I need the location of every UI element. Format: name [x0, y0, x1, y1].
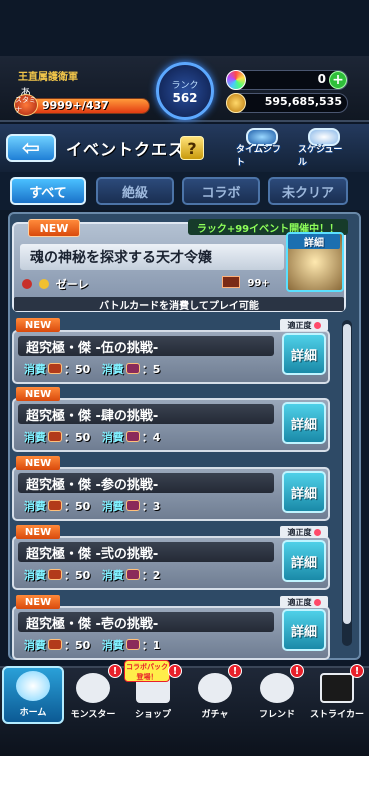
- schedule-label: スケジュール: [298, 145, 343, 168]
- quest-detail-button[interactable]: 詳細: [282, 540, 326, 582]
- gold-coin-icon: [226, 93, 246, 113]
- quest-title: 超究極・傑 -弐の挑戦-: [18, 542, 274, 562]
- striker-card-icon: [320, 673, 354, 703]
- rank-label: ランク: [171, 80, 199, 91]
- stamina-icon: スタミナ: [14, 94, 38, 116]
- nav-home[interactable]: ホーム: [2, 666, 64, 724]
- new-badge: NEW: [16, 525, 60, 539]
- shop-alert-badge: !: [168, 664, 182, 678]
- gacha-egg-icon: [198, 673, 232, 703]
- gold-value: 595,685,535: [264, 95, 342, 108]
- battle-card-value: 99+: [247, 278, 270, 289]
- monster-icon: [76, 673, 110, 703]
- adaptability-badge: 適正度: [280, 596, 328, 608]
- back-button[interactable]: ⇦: [6, 134, 56, 162]
- quest-cost: 消費 ：50 消費 ：1: [24, 639, 161, 652]
- quest-cost: 消費 ：50 消費 ：2: [24, 569, 161, 582]
- tab-collab[interactable]: コラボ: [182, 177, 260, 205]
- quest-detail-button[interactable]: 詳細: [282, 333, 326, 375]
- new-badge: NEW: [28, 219, 80, 237]
- battle-card-count: 99+: [222, 276, 270, 289]
- stamina-value: 9999+/437: [42, 99, 109, 112]
- nav-monster-label: モンスター: [70, 710, 116, 720]
- quest-title: 超究極・傑 -肆の挑戦-: [18, 404, 274, 424]
- rank-badge[interactable]: ランク 562: [156, 62, 214, 120]
- home-icon: [16, 671, 50, 701]
- back-arrow-icon: ⇦: [21, 135, 41, 161]
- featured-boss: ゼーレ: [22, 276, 89, 292]
- time-shift-label: タイムシフト: [236, 145, 281, 168]
- new-badge: NEW: [16, 456, 60, 470]
- time-shift-button[interactable]: タイムシフト: [236, 128, 288, 168]
- monster-alert-badge: !: [108, 664, 122, 678]
- buy-orbs-button[interactable]: +: [329, 71, 347, 89]
- tab-uncleared[interactable]: 未クリア: [268, 177, 348, 205]
- player-title: 王直属護衛軍: [18, 72, 78, 83]
- nav-home-label: ホーム: [19, 708, 47, 718]
- quest-detail-button[interactable]: 詳細: [282, 402, 326, 444]
- tab-all[interactable]: すべて: [10, 177, 86, 205]
- quest-cost: 消費 ：50 消費 ：5: [24, 363, 161, 376]
- featured-event-title: 魂の神秘を探求する天才令嬢: [20, 244, 284, 270]
- striker-alert-badge: !: [350, 664, 364, 678]
- gacha-alert-badge: !: [228, 664, 242, 678]
- scrollbar-thumb[interactable]: [343, 324, 351, 624]
- collab-pack-tag: コラボパック登場！: [124, 660, 170, 682]
- battle-card-icon: [222, 276, 240, 288]
- boss-element-icon: [22, 279, 32, 289]
- boss-name: ゼーレ: [55, 278, 89, 291]
- adaptability-badge: 適正度: [280, 319, 328, 331]
- friend-alert-badge: !: [290, 664, 304, 678]
- new-badge: NEW: [16, 318, 60, 332]
- tab-zekkyu[interactable]: 絶級: [96, 177, 174, 205]
- quest-detail-button[interactable]: 詳細: [282, 471, 326, 513]
- rank-value: 562: [172, 90, 198, 105]
- orb-value: 0: [317, 72, 326, 86]
- quest-title: 超究極・傑 -壱の挑戦-: [18, 612, 274, 632]
- orb-icon: [226, 70, 246, 90]
- game-screen: 王直属護衛軍 あ スタミナ 9999+/437 ランク 562 0 + 595,…: [0, 0, 369, 756]
- quest-cost: 消費 ：50 消費 ：4: [24, 431, 161, 444]
- featured-note: バトルカードを消費してプレイ可能: [14, 297, 344, 312]
- new-badge: NEW: [16, 387, 60, 401]
- friends-icon: [260, 673, 294, 703]
- new-badge: NEW: [16, 595, 60, 609]
- nav-gacha-label: ガチャ: [201, 710, 229, 720]
- nav-striker-label: ストライカー: [309, 710, 364, 720]
- nav-shop-label: ショップ: [134, 710, 171, 720]
- quest-detail-button[interactable]: 詳細: [282, 609, 326, 651]
- schedule-button[interactable]: スケジュール: [298, 128, 350, 168]
- quest-title: 超究極・傑 -参の挑戦-: [18, 473, 274, 493]
- nav-friend-label: フレンド: [258, 710, 295, 720]
- featured-detail-label: 詳細: [288, 234, 340, 249]
- adaptability-badge: 適正度: [280, 526, 328, 538]
- help-button[interactable]: ?: [180, 136, 204, 160]
- boss-light-icon: [38, 279, 49, 289]
- quest-title: 超究極・傑 -伍の挑戦-: [18, 336, 274, 356]
- quest-cost: 消費 ：50 消費 ：3: [24, 500, 161, 513]
